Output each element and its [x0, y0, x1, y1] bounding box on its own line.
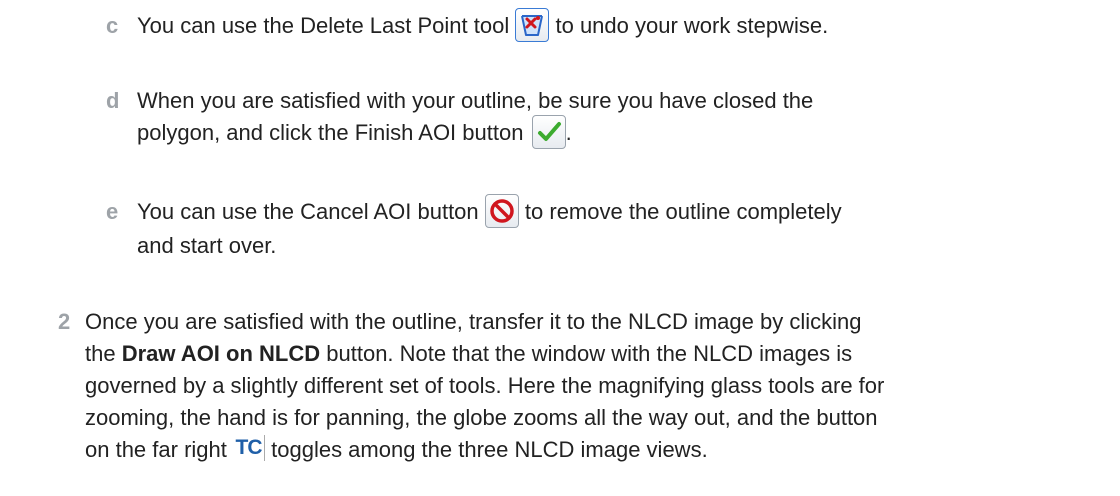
- cancel-icon: [484, 194, 519, 229]
- step-d: d When you are satisfied with your outli…: [106, 85, 813, 151]
- step-c-text-before: You can use the Delete Last Point tool: [137, 13, 510, 38]
- step-marker-d: d: [106, 88, 120, 113]
- check-icon: [531, 115, 566, 150]
- step-d-line-1: When you are satisfied with your outline…: [137, 88, 814, 113]
- step-2-line-3: governed by a slightly different set of …: [85, 373, 885, 398]
- step-2-line-2-pre: the: [85, 341, 116, 366]
- step-e-text-before: You can use the Cancel AOI button: [137, 199, 479, 224]
- draw-aoi-on-nlcd-label: Draw AOI on NLCD: [121, 341, 321, 366]
- step-2-line-5-before: on the far right: [85, 437, 227, 462]
- step-marker-2: 2: [58, 309, 71, 334]
- step-d-text-before: polygon, and click the Finish AOI button: [137, 120, 524, 145]
- step-2-line-1: Once you are satisfied with the outline,…: [85, 309, 862, 334]
- step-2-line-2-post: button. Note that the window with the NL…: [326, 341, 853, 366]
- step-marker-c: c: [106, 13, 119, 38]
- tc-toggle-icon: TC: [233, 435, 265, 462]
- step-c-text-after: to undo your work stepwise.: [555, 13, 829, 38]
- delete-last-point-icon: [515, 8, 550, 43]
- step-2: 2 Once you are satisfied with the outlin…: [58, 306, 884, 466]
- step-marker-e: e: [106, 199, 119, 224]
- step-2-line-5-after: toggles among the three NLCD image views…: [271, 437, 708, 462]
- step-e-line-2: and start over.: [137, 233, 277, 259]
- step-e-text-after: to remove the outline completely: [524, 199, 842, 224]
- step-c: c You can use the Delete Last Point tool…: [106, 8, 829, 44]
- step-d-text-after: .: [565, 120, 572, 145]
- step-e: e You can use the Cancel AOI button to r…: [106, 194, 842, 262]
- step-2-line-4: zooming, the hand is for panning, the gl…: [85, 405, 878, 430]
